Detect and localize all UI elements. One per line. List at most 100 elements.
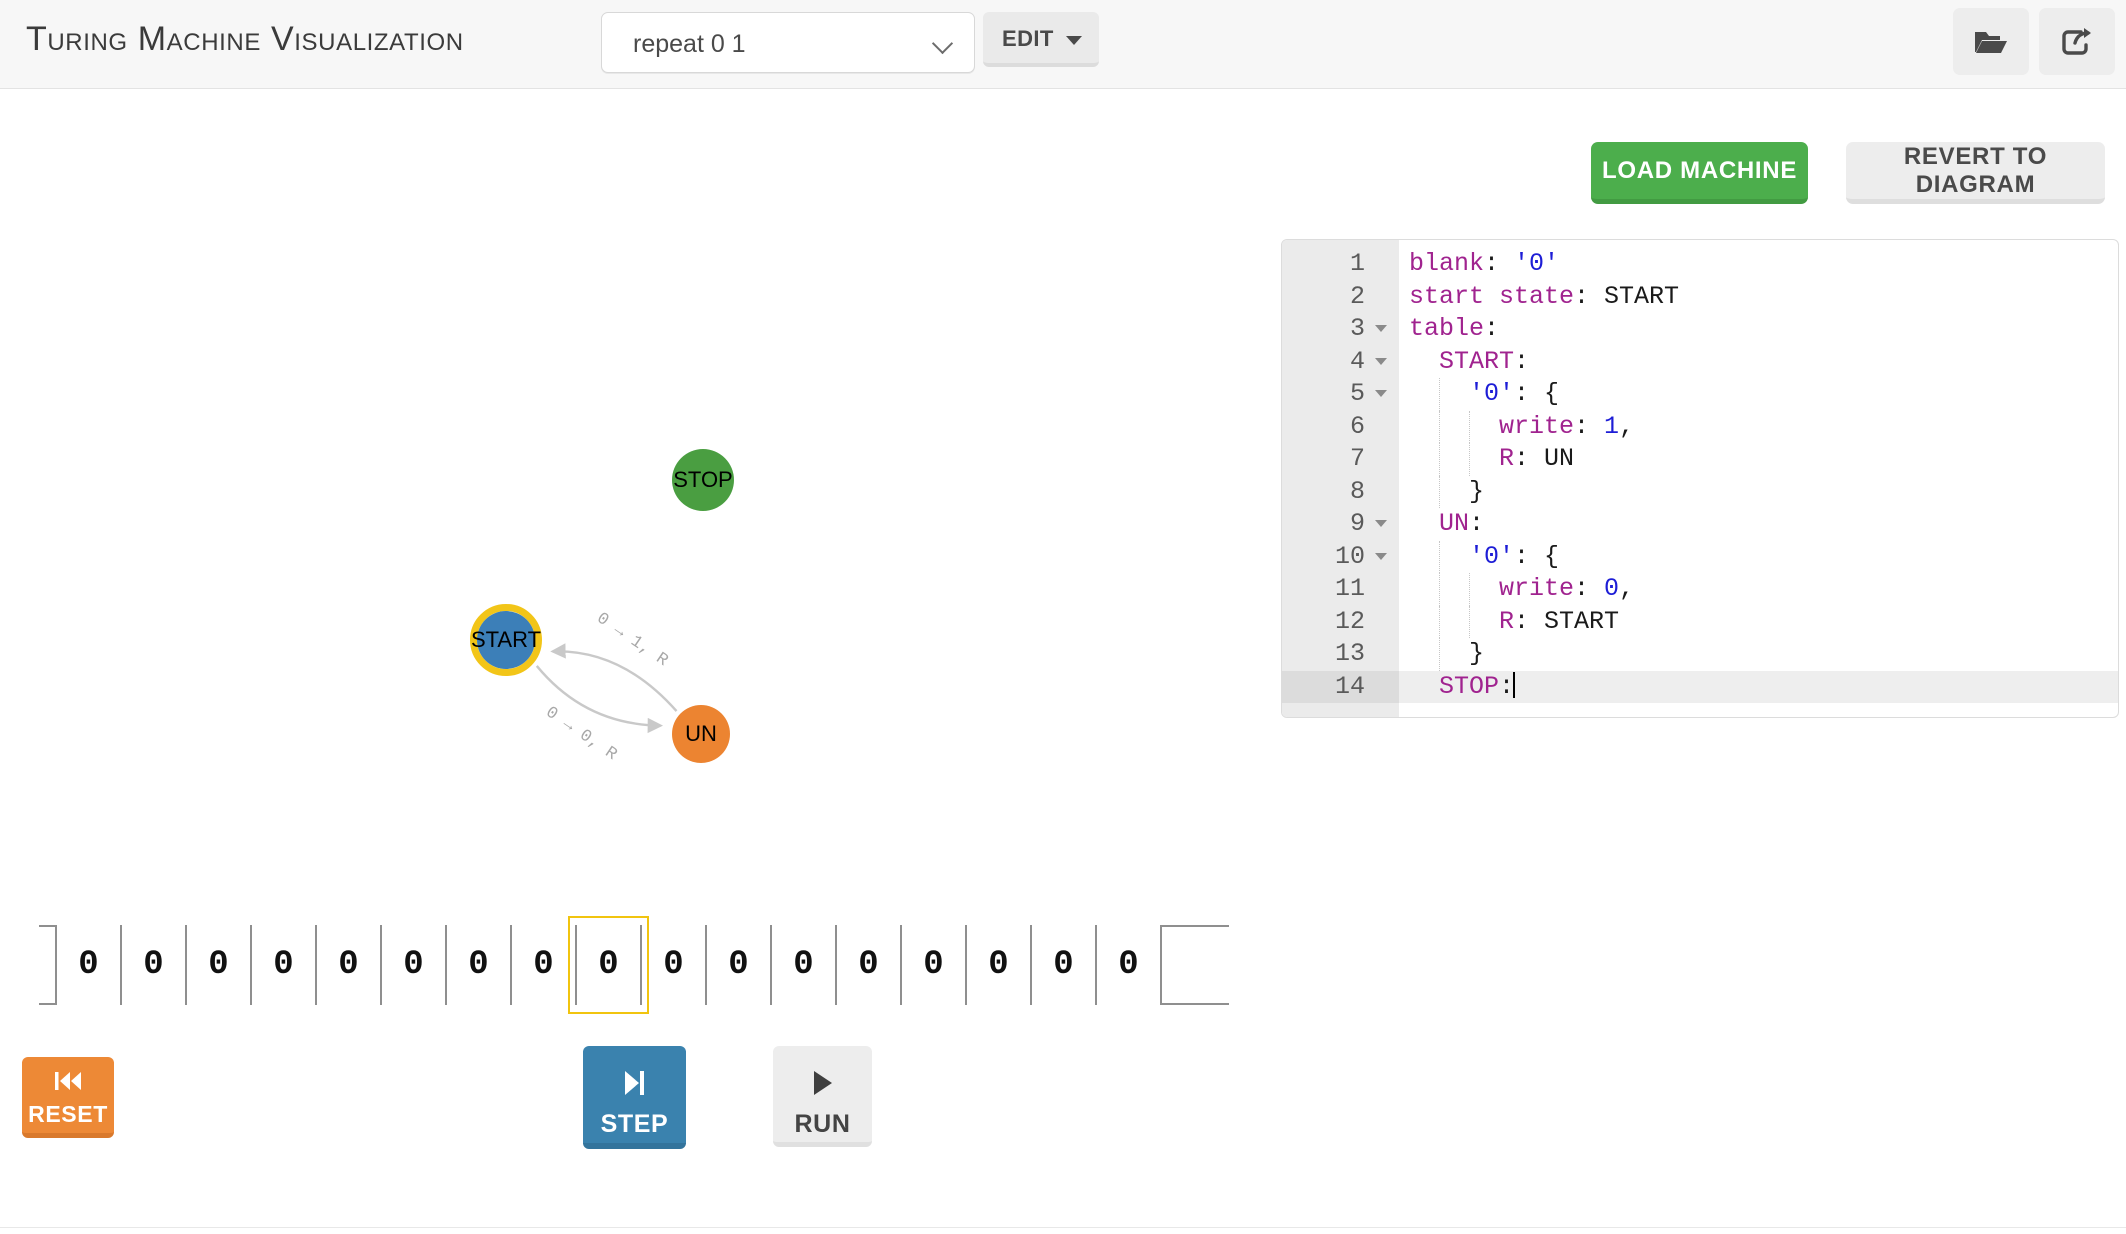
editor-line[interactable]: 8 } bbox=[1282, 476, 2119, 509]
tape-cell[interactable]: 0 bbox=[445, 925, 512, 1005]
state-diagram-canvas[interactable]: 0 → 1, R 0 → 0, R STOP START UN bbox=[0, 95, 1270, 885]
editor-line-number: 7 bbox=[1350, 443, 1365, 476]
editor-line[interactable]: 12 R: START bbox=[1282, 606, 2119, 639]
editor-line[interactable]: 7 R: UN bbox=[1282, 443, 2119, 476]
editor-line-number-cell: 2 bbox=[1282, 281, 1399, 314]
editor-code-lines[interactable]: 1 blank: '0' 2 start state: START3table:4 S… bbox=[1282, 248, 2119, 703]
editor-line-text: write: 0, bbox=[1409, 573, 1634, 606]
editor-line-number-cell: 13 bbox=[1282, 638, 1399, 671]
share-export-icon bbox=[2061, 27, 2093, 57]
editor-line-number: 8 bbox=[1350, 476, 1365, 509]
editor-line-text: start state: START bbox=[1409, 281, 1679, 314]
editor-line-number: 4 bbox=[1350, 346, 1365, 379]
tape-cell[interactable]: 0 bbox=[380, 925, 447, 1005]
tape-cell[interactable]: 0 bbox=[250, 925, 317, 1005]
tape-cell-list[interactable]: 00000000000000000 bbox=[55, 925, 1160, 1005]
editor-line-number-cell: 9 bbox=[1282, 508, 1399, 541]
tape-cell[interactable]: 0 bbox=[835, 925, 902, 1005]
tape-cell[interactable]: 0 bbox=[965, 925, 1032, 1005]
editor-line[interactable]: 3table: bbox=[1282, 313, 2119, 346]
text-cursor bbox=[1513, 672, 1515, 698]
code-fold-toggle-icon[interactable] bbox=[1375, 553, 1387, 560]
tape-cell[interactable]: 0 bbox=[900, 925, 967, 1005]
editor-line-number: 13 bbox=[1335, 638, 1365, 671]
editor-line[interactable]: 6 write: 1, bbox=[1282, 411, 2119, 444]
editor-line[interactable]: 4 START: bbox=[1282, 346, 2119, 379]
editor-line-text: blank: '0' bbox=[1409, 248, 1559, 281]
tape-cell[interactable]: 0 bbox=[120, 925, 187, 1005]
editor-line-number: 5 bbox=[1350, 378, 1365, 411]
editor-line-number: 10 bbox=[1335, 541, 1365, 574]
load-machine-button[interactable]: LOAD MACHINE bbox=[1591, 142, 1808, 204]
editor-line-number-cell: 12 bbox=[1282, 606, 1399, 639]
tape-cell[interactable]: 0 bbox=[1095, 925, 1162, 1005]
tape-cell[interactable]: 0 bbox=[185, 925, 252, 1005]
code-fold-toggle-icon[interactable] bbox=[1375, 325, 1387, 332]
tape-cell[interactable]: 0 bbox=[1030, 925, 1097, 1005]
play-icon bbox=[773, 1068, 872, 1098]
edit-button-label: EDIT bbox=[1002, 26, 1054, 52]
editor-line[interactable]: 10 '0': { bbox=[1282, 541, 2119, 574]
step-button-label: STEP bbox=[583, 1110, 686, 1139]
editor-line-number: 6 bbox=[1350, 411, 1365, 444]
editor-line-number: 1 bbox=[1350, 248, 1365, 281]
step-forward-icon bbox=[583, 1068, 686, 1098]
editor-line-number-cell: 11 bbox=[1282, 573, 1399, 606]
top-header-bar: Turing Machine Visualization repeat 0 1 … bbox=[0, 0, 2126, 89]
caret-down-icon bbox=[1066, 36, 1082, 45]
editor-line[interactable]: 13 } bbox=[1282, 638, 2119, 671]
editor-line[interactable]: 9 UN: bbox=[1282, 508, 2119, 541]
diagram-edges: 0 → 1, R 0 → 0, R bbox=[537, 609, 677, 764]
node-label: UN bbox=[685, 721, 717, 746]
editor-line-text: UN: bbox=[1409, 508, 1484, 541]
editor-line-number: 14 bbox=[1335, 671, 1365, 704]
editor-line-text: R: UN bbox=[1409, 443, 1574, 476]
editor-line[interactable]: 14 STOP: bbox=[1282, 671, 2119, 704]
machine-code-editor[interactable]: 1 blank: '0' 2 start state: START3table:4 S… bbox=[1281, 239, 2119, 718]
run-button[interactable]: RUN bbox=[773, 1046, 872, 1147]
editor-line-number-cell: 6 bbox=[1282, 411, 1399, 444]
machine-select-value: repeat 0 1 bbox=[633, 30, 746, 59]
open-folder-icon bbox=[1974, 28, 2008, 56]
step-button[interactable]: STEP bbox=[583, 1046, 686, 1149]
editor-line[interactable]: 5 '0': { bbox=[1282, 378, 2119, 411]
editor-line[interactable]: 11 write: 0, bbox=[1282, 573, 2119, 606]
diagram-node-stop[interactable]: STOP bbox=[672, 449, 734, 511]
diagram-node-un[interactable]: UN bbox=[672, 705, 730, 763]
editor-line-text: } bbox=[1409, 476, 1484, 509]
tape-cell[interactable]: 0 bbox=[315, 925, 382, 1005]
editor-line-text: '0': { bbox=[1409, 541, 1559, 574]
code-fold-toggle-icon[interactable] bbox=[1375, 520, 1387, 527]
diagram-edge-label: 0 → 1, R bbox=[593, 609, 671, 670]
editor-line-text: write: 1, bbox=[1409, 411, 1634, 444]
editor-line[interactable]: 1 blank: '0' bbox=[1282, 248, 2119, 281]
open-file-button[interactable] bbox=[1953, 8, 2029, 75]
machine-select-dropdown[interactable]: repeat 0 1 bbox=[601, 12, 975, 73]
editor-line-text: R: START bbox=[1409, 606, 1619, 639]
diagram-node-start[interactable]: START bbox=[471, 608, 541, 673]
tape-cell[interactable]: 0 bbox=[640, 925, 707, 1005]
share-export-button[interactable] bbox=[2039, 8, 2115, 75]
run-button-label: RUN bbox=[773, 1110, 872, 1139]
editor-line-number: 12 bbox=[1335, 606, 1365, 639]
code-fold-toggle-icon[interactable] bbox=[1375, 390, 1387, 397]
editor-line-number: 2 bbox=[1350, 281, 1365, 314]
tape-cell[interactable]: 0 bbox=[510, 925, 577, 1005]
tape-cell[interactable]: 0 bbox=[55, 925, 122, 1005]
editor-line-number-cell: 14 bbox=[1282, 671, 1399, 704]
revert-to-diagram-button[interactable]: REVERT TO DIAGRAM bbox=[1846, 142, 2105, 204]
editor-line[interactable]: 2 start state: START bbox=[1282, 281, 2119, 314]
tape-cell[interactable]: 0 bbox=[705, 925, 772, 1005]
editor-line-number-cell: 10 bbox=[1282, 541, 1399, 574]
state-diagram[interactable]: 0 → 1, R 0 → 0, R STOP START UN bbox=[0, 95, 1270, 885]
diagram-edge-label: 0 → 0, R bbox=[542, 703, 620, 764]
edit-button[interactable]: EDIT bbox=[983, 12, 1099, 67]
reset-button[interactable]: RESET bbox=[22, 1057, 114, 1138]
editor-line-text: table: bbox=[1409, 313, 1499, 346]
editor-line-number: 11 bbox=[1335, 573, 1365, 606]
chevron-down-icon bbox=[934, 34, 954, 54]
editor-line-text: STOP: bbox=[1409, 671, 1515, 704]
tape-cell[interactable]: 0 bbox=[575, 925, 642, 1005]
code-fold-toggle-icon[interactable] bbox=[1375, 358, 1387, 365]
tape-cell[interactable]: 0 bbox=[770, 925, 837, 1005]
